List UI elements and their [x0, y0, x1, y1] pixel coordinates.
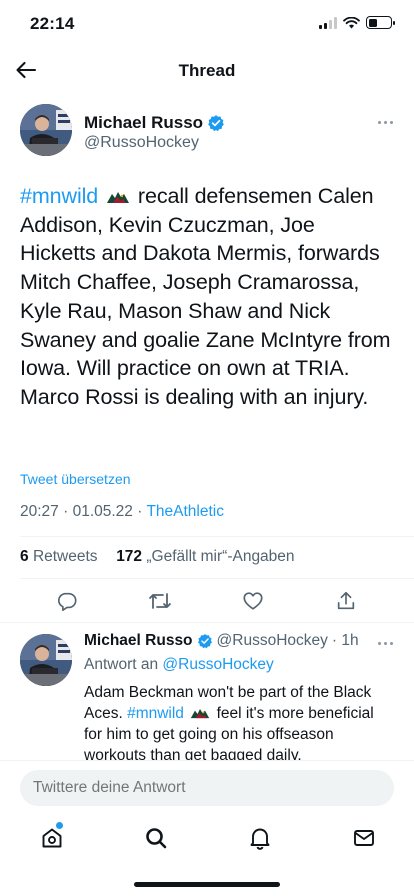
tweet-stats: 6 Retweets 172 „Gefällt mir“-Angaben: [20, 548, 295, 566]
tweet-time: 20:27: [20, 503, 59, 520]
status-time: 22:14: [30, 14, 75, 33]
reply-text-clip: Adam Beckman won't be part of the Black …: [0, 682, 414, 760]
translate-tweet-link[interactable]: Tweet übersetzen: [20, 471, 131, 487]
wild-logo-icon: [191, 709, 210, 719]
tab-messages[interactable]: [350, 824, 378, 852]
author-handle[interactable]: @RussoHockey: [84, 134, 199, 152]
cellular-signal-icon: [319, 16, 337, 29]
retweets-stat[interactable]: 6 Retweets: [20, 548, 98, 565]
author-avatar[interactable]: [20, 104, 72, 156]
bell-icon: [250, 828, 270, 850]
likes-stat[interactable]: 172 „Gefällt mir“-Angaben: [116, 548, 294, 565]
share-button[interactable]: [333, 588, 359, 614]
status-icons: [319, 16, 395, 29]
compose-bar: [0, 760, 414, 808]
home-icon: [42, 828, 62, 848]
reply-author-handle[interactable]: @RussoHockey: [217, 632, 328, 650]
tab-home[interactable]: [38, 824, 66, 852]
home-notification-dot: [56, 822, 63, 829]
thread-header: Thread: [0, 48, 414, 92]
retweets-count: 6: [20, 548, 29, 565]
author-name-text: Michael Russo: [84, 113, 204, 132]
tweet-source-link[interactable]: TheAthletic: [146, 503, 224, 520]
tweet-meta: 20:27 · 01.05.22 · TheAthletic: [20, 503, 224, 520]
wild-logo-icon: [107, 192, 130, 203]
retweet-icon: [149, 593, 171, 609]
reply-age: · 1h: [331, 632, 359, 649]
divider: [0, 622, 414, 623]
reply-author-name[interactable]: Michael Russo: [84, 632, 193, 650]
reply-input[interactable]: [20, 770, 394, 806]
home-indicator: [134, 882, 280, 887]
avatar-photo: [20, 104, 72, 156]
retweets-label: Retweets: [32, 548, 98, 565]
author-name[interactable]: Michael Russo: [84, 113, 225, 133]
hashtag-link[interactable]: #mnwild: [20, 184, 98, 208]
reply-icon: [57, 592, 77, 611]
more-options-button[interactable]: [373, 114, 397, 130]
reply-author-avatar[interactable]: [20, 634, 72, 686]
reply-text: Adam Beckman won't be part of the Black …: [84, 682, 390, 760]
share-icon: [337, 591, 355, 610]
reply-to-handle-link[interactable]: @RussoHockey: [162, 656, 273, 673]
verified-badge-icon: [197, 634, 212, 649]
tweet-date: 01.05.22: [72, 503, 133, 520]
tweet-body: recall defensemen Calen Addison, Kevin C…: [20, 184, 391, 409]
search-icon: [146, 828, 167, 849]
like-button[interactable]: [240, 588, 266, 614]
retweet-button[interactable]: [147, 588, 173, 614]
tab-search[interactable]: [142, 824, 170, 852]
likes-label: „Gefällt mir“-Angaben: [146, 548, 295, 565]
tweet-actions: [0, 588, 414, 616]
tab-notifications[interactable]: [246, 824, 274, 852]
heart-icon: [243, 592, 263, 610]
page-title: Thread: [178, 61, 236, 80]
battery-icon: [366, 16, 395, 29]
likes-count: 172: [116, 548, 143, 565]
status-bar: 22:14: [0, 0, 414, 48]
wifi-icon: [343, 16, 360, 28]
avatar-photo: [20, 634, 72, 686]
mail-icon: [354, 830, 374, 846]
reply-to-prefix: Antwort an: [84, 656, 159, 673]
reply-to-line: Antwort an @RussoHockey: [84, 656, 274, 674]
divider: [20, 578, 414, 579]
reply-more-options-button[interactable]: [373, 635, 397, 651]
reply-meta: Michael Russo @RussoHockey · 1h: [84, 632, 359, 650]
reply-button[interactable]: [54, 588, 80, 614]
hashtag-link[interactable]: #mnwild: [127, 705, 184, 722]
verified-badge-icon: [208, 115, 224, 132]
tweet-text: #mnwild recall defensemen Calen Addison,…: [20, 182, 395, 412]
divider: [20, 536, 414, 537]
